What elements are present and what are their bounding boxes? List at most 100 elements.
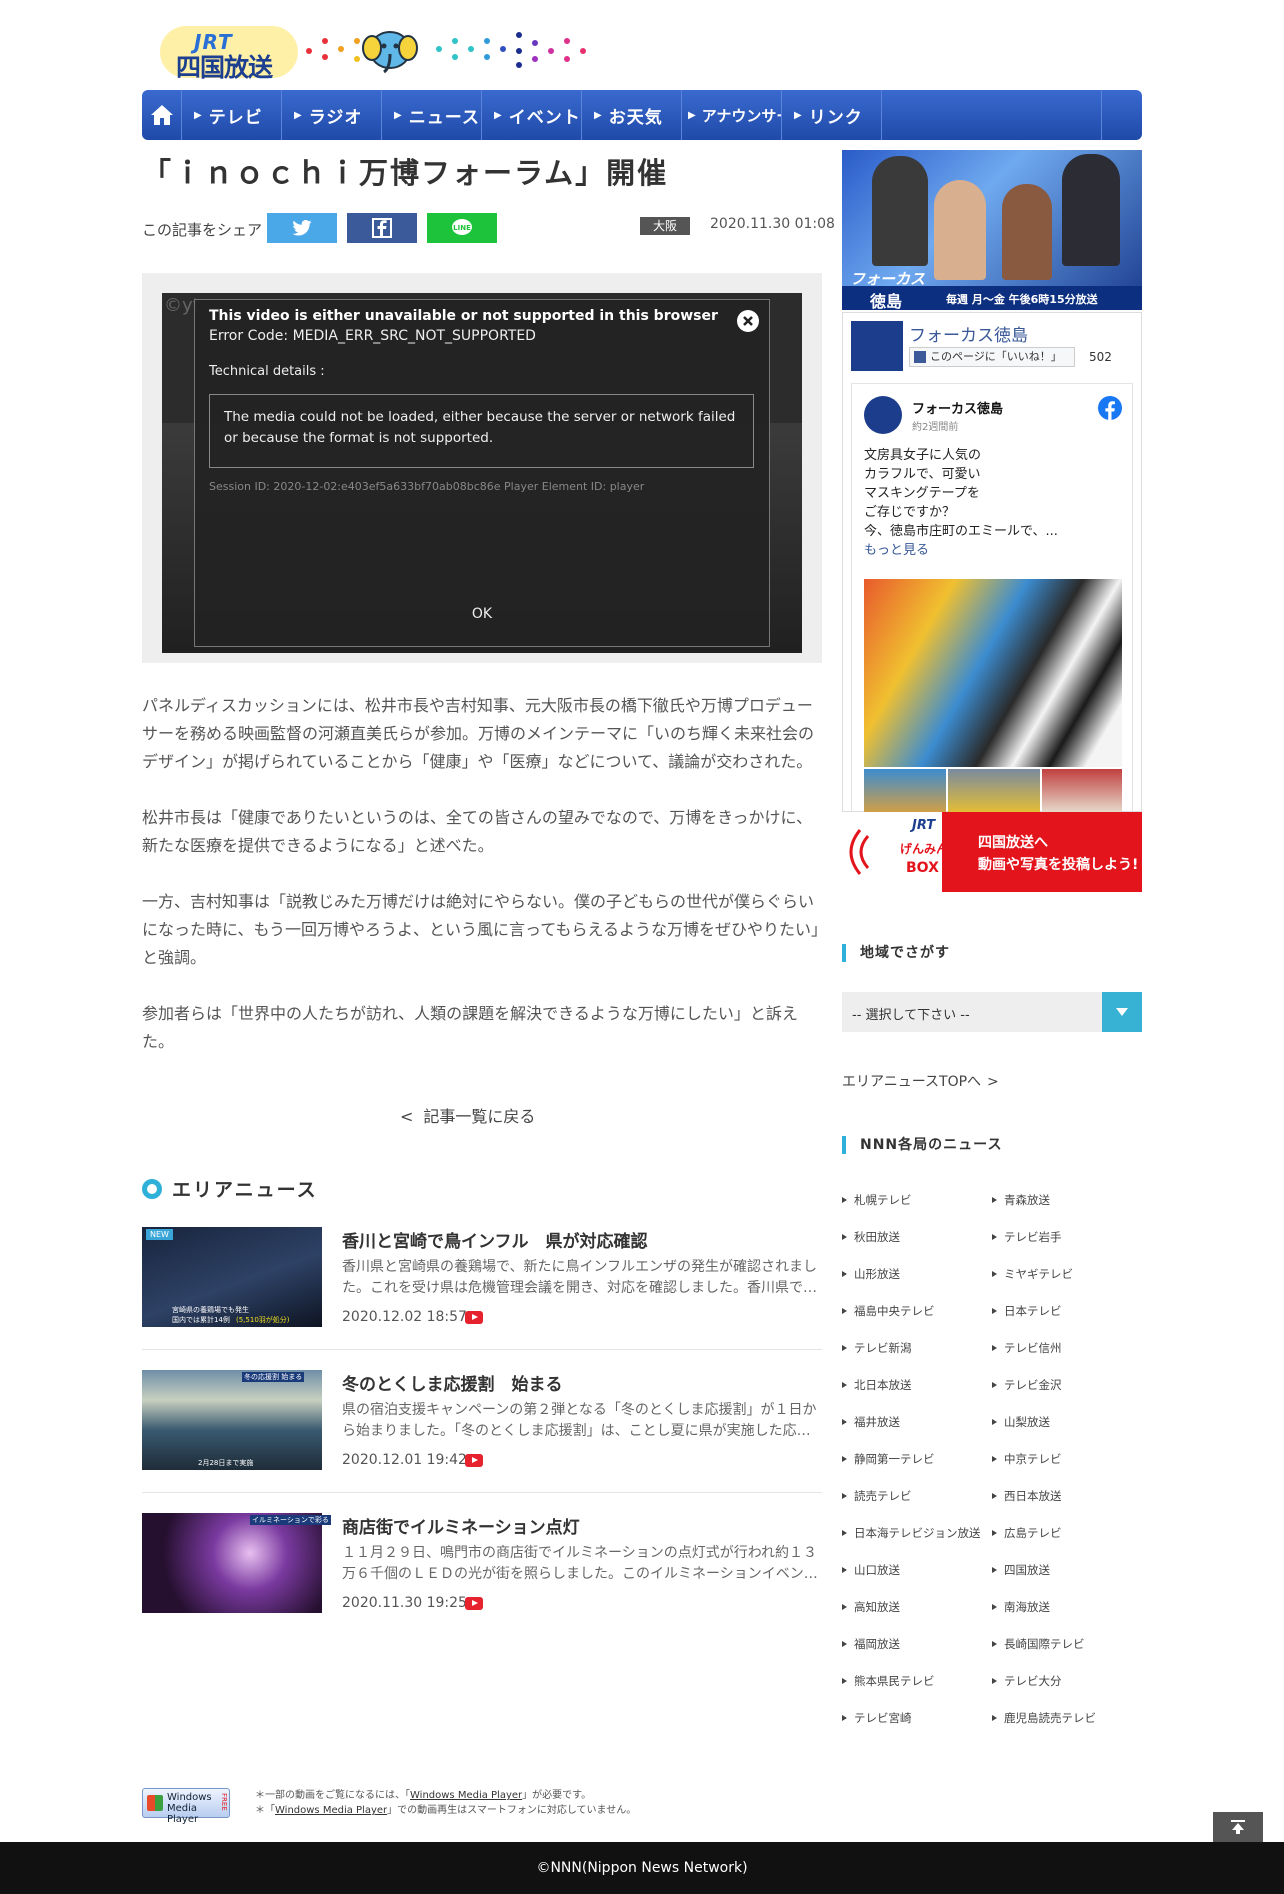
fb-post-photo-main[interactable] [864,579,1122,767]
share-line-button[interactable]: LINE [427,213,497,243]
nav-arrow-icon: ▶ [594,109,603,121]
fb-post-photo-thumb[interactable] [864,769,946,813]
caret-down-icon [1116,1008,1128,1016]
fb-like-button[interactable]: このページに「いいね！」 [909,347,1075,367]
station-link[interactable]: 山形放送 [842,1266,900,1282]
fb-page-avatar[interactable] [851,321,903,371]
fb-post-photo-thumb[interactable] [948,769,1040,813]
nav-item-tv[interactable]: ▶ テレビ [182,90,282,140]
station-link[interactable]: 福井放送 [842,1414,900,1430]
footer-note: ＊「Windows Media Player」での動画再生はスマートフォンに対応… [255,1801,636,1816]
footer-note-text: 」が必要です。 [522,1790,592,1801]
station-link[interactable]: 熊本県民テレビ [842,1673,935,1689]
news-date: 2020.11.30 19:25 [342,1595,467,1611]
thumb-caption: 冬の応援割 始まる [242,1372,305,1382]
nav-arrow-icon: ▶ [194,109,203,121]
nav-item-label: アナウンサー [701,106,781,125]
nav-item-weather[interactable]: ▶ お天気 [582,90,682,140]
region-select-toggle[interactable] [1102,992,1142,1032]
genmin-line1: 四国放送へ [978,835,1048,851]
news-item[interactable]: 冬の応援割 始まる 2月28日まで実施 冬のとくしま応援割 始まる 県の宿泊支援… [142,1370,822,1472]
global-nav: ▶ テレビ ▶ ラジオ ▶ ニュース ▶ イベント ▶ お天気 ▶ アナウンサー ▶ リンク [142,90,1142,140]
station-link[interactable]: テレビ岩手 [992,1229,1062,1245]
thumb-caption: (5,510羽が処分) [236,1316,290,1324]
fb-post-photo-thumb[interactable] [1042,769,1122,813]
station-link[interactable]: 四国放送 [992,1562,1050,1578]
region-select[interactable]: -- 選択して下さい -- [842,992,1142,1032]
home-icon [150,105,173,125]
station-link[interactable]: 札幌テレビ [842,1192,912,1208]
station-link[interactable]: 青森放送 [992,1192,1050,1208]
station-link[interactable]: 日本テレビ [992,1303,1062,1319]
news-thumbnail[interactable]: イルミネーションで彩る [142,1513,331,1613]
nav-item-label: お天気 [608,107,663,128]
share-facebook-button[interactable] [347,213,417,243]
fb-post-line: 今、徳島市庄町のエミールで、... [864,524,1058,539]
wmp-link[interactable]: Windows Media Player [410,1790,522,1801]
station-link[interactable]: 日本海テレビジョン放送 [842,1525,981,1541]
news-item[interactable]: イルミネーションで彩る 商店街でイルミネーション点灯 １１月２９日、鳴門市の商店… [142,1513,822,1615]
station-link[interactable]: テレビ大分 [992,1673,1062,1689]
banner-title: フォーカス [850,270,926,288]
nav-item-event[interactable]: ▶ イベント [482,90,582,140]
news-thumbnail[interactable]: NEW 宮崎県の養鶏場でも発生 国内では累計14例 (5,510羽が処分) [142,1227,322,1327]
nav-item-radio[interactable]: ▶ ラジオ [282,90,382,140]
news-description: 香川県と宮崎県の養鶏場で、新たに鳥インフルエンザの発生が確認されました。これを受… [342,1259,818,1296]
station-link[interactable]: 南海放送 [992,1599,1050,1615]
station-link[interactable]: 鹿児島読売テレビ [992,1710,1096,1726]
article-paragraph: 松井市長は「健康でありたいというのは、全ての皆さんの望みでなので、万博をきっかけ… [142,808,813,855]
station-link[interactable]: 山梨放送 [992,1414,1050,1430]
station-link[interactable]: 山口放送 [842,1562,900,1578]
station-link[interactable]: 北日本放送 [842,1377,912,1393]
youtube-icon [465,1454,483,1467]
error-close-button[interactable] [737,310,759,332]
back-to-list-link[interactable]: < 記事一覧に戻る [400,1103,535,1127]
wmp-link[interactable]: Windows Media Player [275,1805,387,1816]
news-title[interactable]: 香川と宮崎で鳥インフル 県が対応確認 [342,1227,648,1252]
station-link[interactable]: テレビ信州 [992,1340,1062,1356]
station-link[interactable]: テレビ宮崎 [842,1710,912,1726]
focus-tokushima-banner[interactable]: フォーカス 徳島 毎週 月～金 午後6時15分放送 [842,150,1142,310]
region-select-value: -- 選択して下さい -- [852,1008,970,1023]
news-title[interactable]: 冬のとくしま応援割 始まる [342,1370,563,1395]
region-search-heading: 地域でさがす [842,944,950,962]
back-to-top-button[interactable] [1213,1812,1263,1842]
nav-item-label: ニュース [408,107,480,128]
news-item[interactable]: NEW 宮崎県の養鶏場でも発生 国内では累計14例 (5,510羽が処分) 香川… [142,1227,822,1329]
fb-like-label: このページに「いいね！」 [930,350,1062,363]
nav-item-announcer[interactable]: ▶ アナウンサー [682,90,782,140]
error-ok-button[interactable]: OK [195,606,769,622]
share-twitter-button[interactable] [267,213,337,243]
station-link[interactable]: 長崎国際テレビ [992,1636,1085,1652]
news-title[interactable]: 商店街でイルミネーション点灯 [342,1513,580,1538]
station-link[interactable]: 西日本放送 [992,1488,1062,1504]
windows-media-player-badge[interactable]: Windows Media Player FREE [142,1788,230,1825]
footer-note-text: 」での動画再生はスマートフォンに対応していません。 [387,1805,637,1816]
fb-post-author[interactable]: フォーカス徳島 [912,398,1003,417]
fb-see-more-link[interactable]: もっと見る [864,541,1058,560]
nav-item-link[interactable]: ▶ リンク [782,90,882,140]
fb-post-avatar[interactable] [864,396,902,434]
station-link[interactable]: 広島テレビ [992,1525,1062,1541]
station-link[interactable]: テレビ新潟 [842,1340,912,1356]
fb-page-name[interactable]: フォーカス徳島 [909,321,1028,346]
station-link[interactable]: ミヤギテレビ [992,1266,1073,1282]
video-player[interactable]: ©yt This video is either unavailable or … [162,293,802,653]
nav-item-news[interactable]: ▶ ニュース [382,90,482,140]
nav-home-button[interactable] [142,90,182,140]
error-tech-label: Technical details : [209,364,325,379]
station-link[interactable]: 高知放送 [842,1599,900,1615]
site-logo[interactable]: JRT 四国放送 [160,26,298,82]
station-link[interactable]: 福岡放送 [842,1636,900,1652]
facebook-icon[interactable] [1098,396,1122,420]
arrow-up-icon [1231,1820,1245,1834]
station-link[interactable]: 中京テレビ [992,1451,1062,1467]
news-thumbnail[interactable]: 冬の応援割 始まる 2月28日まで実施 [142,1370,322,1470]
genmin-box-banner[interactable]: JRT げんみん BOX 四国放送へ 動画や写真を投稿しよう! [842,812,1142,892]
station-link[interactable]: 読売テレビ [842,1488,912,1504]
station-link[interactable]: 福島中央テレビ [842,1303,935,1319]
area-news-top-link[interactable]: エリアニュースTOPへ > [842,1071,999,1091]
station-link[interactable]: 静岡第一テレビ [842,1451,935,1467]
station-link[interactable]: テレビ金沢 [992,1377,1062,1393]
station-link[interactable]: 秋田放送 [842,1229,900,1245]
